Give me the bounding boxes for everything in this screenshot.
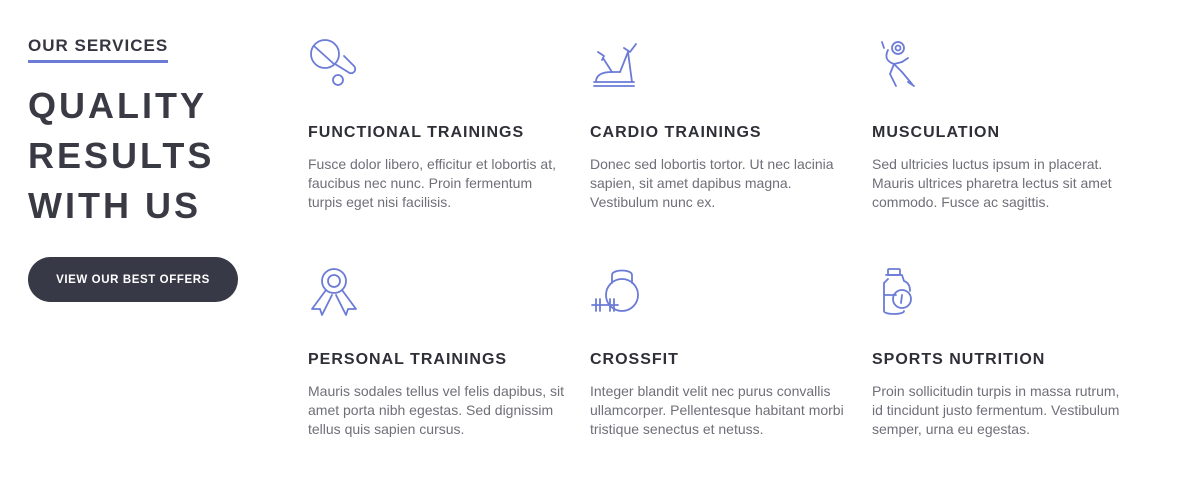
services-intro: OUR SERVICES QUALITY RESULTS WITH US VIE… xyxy=(28,36,268,302)
service-description: Mauris sodales tellus vel felis dapibus,… xyxy=(308,383,565,437)
headline-line: RESULTS xyxy=(28,135,215,176)
service-description: Donec sed lobortis tortor. Ut nec lacini… xyxy=(590,156,834,210)
kettlebell-icon xyxy=(590,265,642,317)
exercise-bike-icon xyxy=(590,38,642,90)
service-description: Sed ultricies luctus ipsum in placerat. … xyxy=(872,156,1112,210)
service-title: SPORTS NUTRITION xyxy=(872,351,1046,368)
service-title: FUNCTIONAL TRAININGS xyxy=(308,124,525,141)
section-headline: QUALITY RESULTS WITH US xyxy=(28,81,268,231)
headline-line: QUALITY xyxy=(28,85,207,126)
service-description: Integer blandit velit nec purus convalli… xyxy=(590,383,844,437)
ping-pong-icon xyxy=(308,38,360,90)
service-title: MUSCULATION xyxy=(872,124,1001,141)
headline-line: WITH US xyxy=(28,185,201,226)
weightlifter-icon xyxy=(872,38,924,90)
service-title: PERSONAL TRAININGS xyxy=(308,351,508,368)
section-eyebrow: OUR SERVICES xyxy=(28,36,169,63)
service-title: CROSSFIT xyxy=(590,351,679,368)
supplement-bottle-icon xyxy=(872,265,924,317)
service-title: CARDIO TRAININGS xyxy=(590,124,762,141)
view-offers-button[interactable]: VIEW OUR BEST OFFERS xyxy=(28,257,238,302)
award-ribbon-icon xyxy=(308,265,360,317)
service-description: Fusce dolor libero, efficitur et loborti… xyxy=(308,156,556,210)
service-description: Proin sollicitudin turpis in massa rutru… xyxy=(872,383,1120,437)
